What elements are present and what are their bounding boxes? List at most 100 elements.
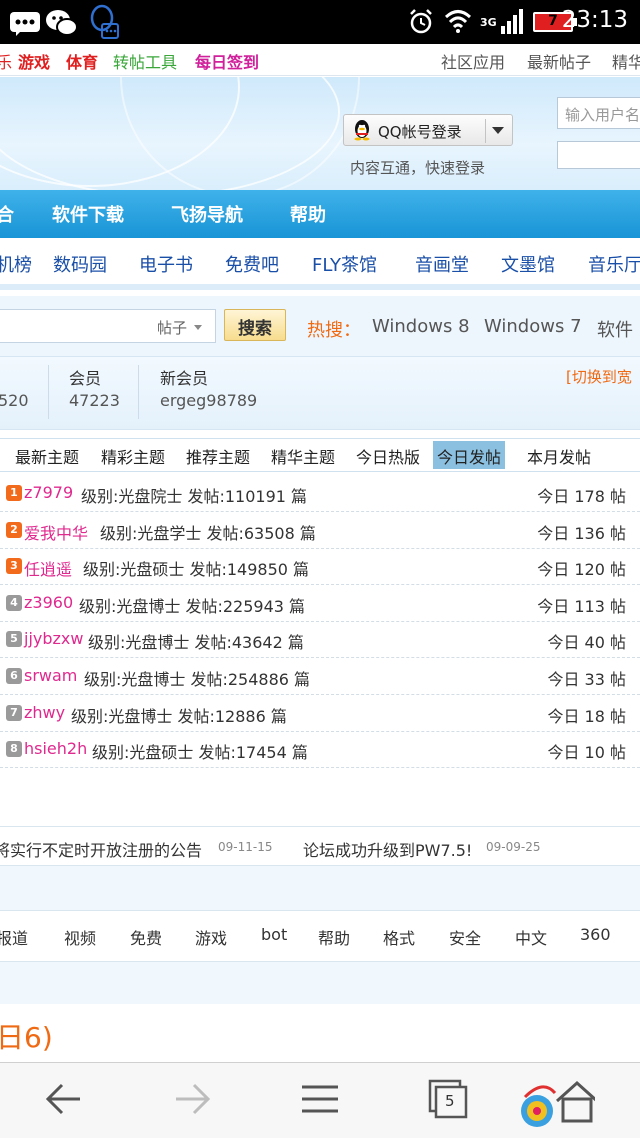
sub-nav-item[interactable]: 文墨馆 [501,251,555,277]
tag-link[interactable]: 中文 [515,925,547,949]
qq-login-label: QQ帐号登录 [378,123,462,141]
ranking-user-name[interactable]: 任逍遥 [24,556,72,580]
search-input[interactable]: 帖子 [0,309,216,343]
wifi-icon [444,10,472,33]
back-arrow-icon[interactable] [42,1077,86,1121]
ranking-user-name[interactable]: z3960 [24,593,73,612]
message-icon [10,12,40,36]
forward-arrow-icon[interactable] [170,1077,214,1121]
sub-nav-item[interactable]: 音乐厅 [588,251,640,277]
spacer [0,772,640,826]
top-link-featured[interactable]: 精华 [612,49,640,73]
tag-link[interactable]: 安全 [449,925,481,949]
sub-nav-item[interactable]: FLY茶馆 [312,251,377,277]
ranking-user-name[interactable]: zhwy [24,703,65,722]
ranking-row: 1 z7979 级别:光盘院士 发帖:110191 篇 今日 178 帖 [0,476,640,512]
tabs-icon[interactable]: 5 [426,1077,470,1121]
tag-link[interactable]: bot [261,925,287,944]
tag-link[interactable]: 360 [580,925,611,944]
tab-count: 5 [445,1092,455,1110]
ranking-row: 8 hsieh2h 级别:光盘硕士 发帖:17454 篇 今日 10 帖 [0,732,640,769]
sub-nav: 机榜 数码园 电子书 免费吧 FLY茶馆 音画堂 文墨馆 音乐厅 [0,238,640,290]
main-nav-help[interactable]: 帮助 [290,201,326,227]
top-link-repost-tool[interactable]: 转帖工具 [113,49,177,73]
section-heading: 日6) [0,1021,53,1054]
ranking-user-info: 级别:光盘学士 发帖:63508 篇 [100,523,316,543]
ranking-user-info: 级别:光盘博士 发帖:12886 篇 [71,706,287,726]
ranking-row: 3 任逍遥 级别:光盘硕士 发帖:149850 篇 今日 120 帖 [0,549,640,586]
ranking-row: 5 jjybzxw 级别:光盘博士 发帖:43642 篇 今日 40 帖 [0,622,640,659]
top-link-games[interactable]: 游戏 [18,49,50,73]
top-link-partial[interactable]: 乐 [0,49,12,73]
hot-search-item[interactable]: Windows 7 [484,316,582,337]
tab-wonderful-topics[interactable]: 精彩主题 [97,441,169,469]
tab-month-posts[interactable]: 本月发帖 [523,441,595,469]
new-member-value[interactable]: ergeg98789 [160,391,257,410]
top-link-latest-posts[interactable]: 最新帖子 [527,49,591,73]
rank-badge: 3 [6,558,22,575]
ranking-row: 4 z3960 级别:光盘博士 发帖:225943 篇 今日 113 帖 [0,586,640,622]
ranking-row: 7 zhwy 级别:光盘博士 发帖:12886 篇 今日 18 帖 [0,696,640,732]
top-link-community-apps[interactable]: 社区应用 [441,49,505,73]
announcement-date: 09-11-15 [218,840,273,854]
hot-search-item[interactable]: Windows 8 [372,316,470,337]
announcement-bar: 将实行不定时开放注册的公告 09-11-15 论坛成功升级到PW7.5! 09-… [0,826,640,866]
ranking-user-info: 级别:光盘博士 发帖:43642 篇 [88,633,304,653]
top-link-sports[interactable]: 体育 [66,49,98,73]
ranking-user-name[interactable]: hsieh2h [24,739,87,758]
username-input[interactable]: 输入用户名 [557,97,640,129]
announcement-date: 09-09-25 [486,840,541,854]
tab-recommended-topics[interactable]: 推荐主题 [182,441,254,469]
rank-badge: 6 [6,668,22,684]
qq-login-button[interactable]: QQ帐号登录 [343,114,513,146]
tag-link[interactable]: 游戏 [195,925,227,949]
tag-link[interactable]: 视频 [64,925,96,949]
tab-latest-topics[interactable]: 最新主题 [11,441,83,469]
tag-link[interactable]: 帮助 [318,925,350,949]
sub-nav-item[interactable]: 电子书 [139,251,193,277]
sub-nav-item[interactable]: 音画堂 [415,251,469,277]
signal-icon [501,9,523,34]
tags-row: 报道 视频 免费 游戏 bot 帮助 格式 安全 中文 360 [0,910,640,962]
top-link-daily-checkin[interactable]: 每日签到 [195,49,259,73]
ranking-user-name[interactable]: 爱我中华 [24,520,88,544]
announcement-title[interactable]: 将实行不定时开放注册的公告 [0,837,202,861]
qq-icon [90,4,119,39]
ranking-user-info: 级别:光盘博士 发帖:254886 篇 [84,670,311,689]
search-type-select[interactable]: 帖子 [157,317,187,338]
home-icon[interactable] [515,1075,595,1131]
wechat-icon [46,10,78,36]
ranking-today-count: 今日 10 帖 [547,743,626,763]
tag-link[interactable]: 报道 [0,925,28,949]
main-nav: 合 软件下载 飞扬导航 帮助 [0,190,640,238]
main-nav-software-download[interactable]: 软件下载 [52,201,124,227]
main-nav-feiyang-navigation[interactable]: 飞扬导航 [171,201,243,227]
sub-nav-item[interactable]: 机榜 [0,251,32,277]
chevron-down-icon[interactable] [194,325,202,330]
main-nav-partial[interactable]: 合 [0,201,14,227]
sub-nav-item[interactable]: 免费吧 [225,251,279,277]
sub-nav-item[interactable]: 数码园 [53,251,107,277]
members-value: 47223 [69,391,120,410]
menu-icon[interactable] [298,1077,342,1121]
tab-today-hot-boards[interactable]: 今日热版 [352,441,424,469]
ranking-row: 2 爱我中华 级别:光盘学士 发帖:63508 篇 今日 136 帖 [0,513,640,549]
hot-search-item[interactable]: 软件 [597,316,633,342]
announcement-title[interactable]: 论坛成功升级到PW7.5! [303,837,472,861]
tag-link[interactable]: 格式 [383,925,415,949]
search-button[interactable]: 搜索 [224,309,286,341]
ranking-user-name[interactable]: z7979 [24,483,73,502]
ranking-user-name[interactable]: srwam [24,666,77,685]
tab-essence-topics[interactable]: 精华主题 [267,441,339,469]
ranking-today-count: 今日 136 帖 [537,523,626,543]
clock: 23:13 [561,7,628,33]
ranking-user-name[interactable]: jjybzxw [24,629,83,648]
chevron-down-icon[interactable] [492,127,504,134]
rank-badge: 4 [6,594,22,611]
header-banner [0,77,640,190]
tab-today-posts[interactable]: 今日发帖 [433,441,506,469]
browser-toolbar: 5 [0,1062,640,1138]
switch-width-link[interactable]: [切换到宽 [566,366,632,387]
tag-link[interactable]: 免费 [130,925,162,949]
password-input[interactable] [557,141,640,169]
